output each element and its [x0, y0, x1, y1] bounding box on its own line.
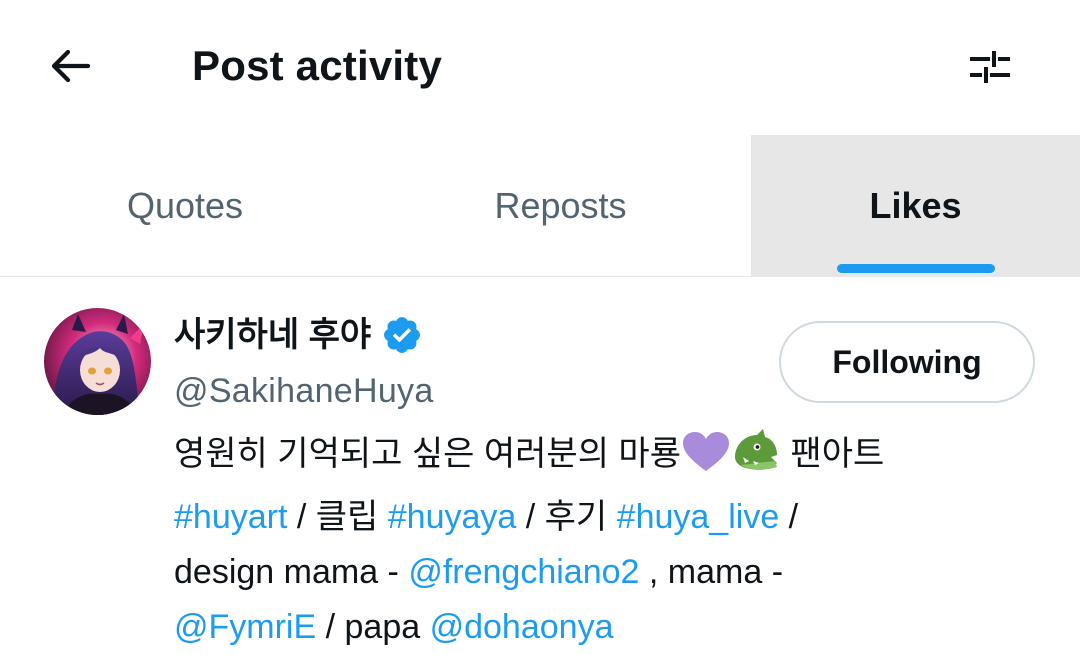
back-button[interactable]	[40, 40, 100, 92]
tab-likes[interactable]: Likes	[751, 135, 1080, 276]
bio-text-clip: / 클립	[287, 498, 388, 536]
display-name[interactable]: 사키하네 후야	[174, 313, 371, 357]
user-bio: 영원히 기억되고 싶은 여러분의 마룡 팬아트 #huyart / 클립 #hu…	[174, 427, 1054, 655]
hashtag-huyaya-link[interactable]: #huyaya	[388, 498, 517, 536]
avatar-image	[44, 308, 151, 415]
filter-button[interactable]	[960, 40, 1020, 92]
mention-frengchiano2-link[interactable]: @frengchiano2	[408, 553, 639, 591]
top-app-bar: Post activity	[0, 0, 1080, 135]
bio-text-mama: , mama -	[639, 553, 784, 591]
tab-reposts-label: Reposts	[494, 184, 627, 226]
name-line: 사키하네 후야	[174, 313, 423, 357]
arrow-left-icon	[51, 49, 91, 83]
page-title: Post activity	[192, 42, 443, 89]
mention-dohaonya-link[interactable]: @dohaonya	[430, 608, 614, 646]
bio-text-review: / 후기	[516, 498, 617, 536]
following-button[interactable]: Following	[779, 321, 1035, 403]
tab-quotes-label: Quotes	[126, 184, 244, 226]
tab-reposts[interactable]: Reposts	[370, 135, 751, 276]
purple-heart-icon	[681, 431, 731, 490]
tab-quotes[interactable]: Quotes	[0, 135, 370, 276]
verified-badge-icon	[384, 317, 421, 353]
hashtag-huyart-link[interactable]: #huyart	[174, 498, 287, 536]
bio-line-2: #huyart / 클립 #huyaya / 후기 #huya_live /	[174, 490, 1054, 545]
hashtag-huya-live-link[interactable]: #huya_live	[617, 498, 780, 536]
bio-text-papa: / papa	[316, 608, 430, 646]
sliders-icon	[970, 51, 1010, 83]
tab-likes-label: Likes	[869, 184, 962, 226]
mention-fymrie-link[interactable]: @FymriE	[174, 608, 316, 646]
activity-tabs: Quotes Reposts Likes	[0, 135, 1080, 276]
user-cell[interactable]: 사키하네 후야 @SakihaneHuya Following 영원히 기억되고…	[0, 277, 1080, 648]
bio-text-slash: /	[779, 498, 799, 536]
bio-line-1: 영원히 기억되고 싶은 여러분의 마룡 팬아트	[174, 427, 1054, 490]
bio-line-4: @FymriE / papa @dohaonya	[174, 600, 1054, 655]
dragon-face-icon	[731, 427, 781, 490]
user-handle: @SakihaneHuya	[174, 372, 434, 410]
avatar[interactable]	[44, 308, 151, 415]
active-tab-indicator	[837, 264, 995, 273]
bio-line-3: design mama - @frengchiano2 , mama -	[174, 545, 1054, 600]
bio-text: 영원히 기억되고 싶은 여러분의 마룡	[174, 435, 681, 473]
bio-text-design-mama: design mama -	[174, 553, 409, 591]
bio-text-fanart: 팬아트	[780, 435, 885, 473]
